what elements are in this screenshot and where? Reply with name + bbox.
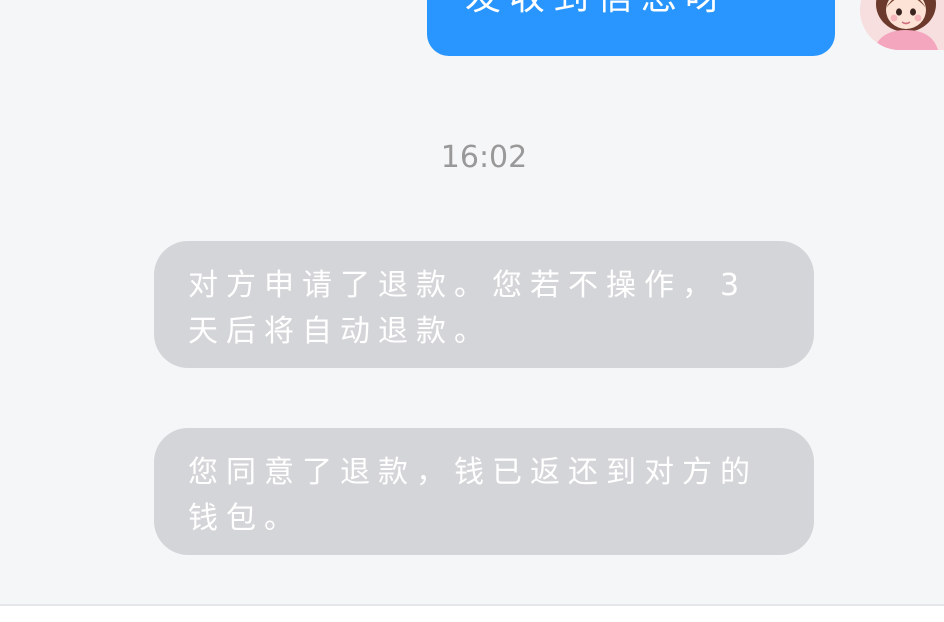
avatar[interactable] [860,0,944,50]
doll-avatar-icon [860,0,944,50]
chat-message-list[interactable]: 发收到信息呀 16:02 对方申请了退款。您若不操作，3天后将自动退款。 您同意… [0,0,944,604]
system-notice-refund-request: 对方申请了退款。您若不操作，3天后将自动退款。 [154,241,814,368]
message-timestamp: 16:02 [440,140,528,175]
sent-message-bubble[interactable]: 发收到信息呀 [427,0,835,56]
system-notice-text: 对方申请了退款。您若不操作，3天后将自动退款。 [188,268,748,349]
system-notice-refund-agreed: 您同意了退款，钱已返还到对方的钱包。 [154,428,814,555]
system-notice-text: 您同意了退款，钱已返还到对方的钱包。 [188,455,758,536]
input-bar-area [0,606,944,622]
sent-message-text: 发收到信息呀 [465,0,797,16]
